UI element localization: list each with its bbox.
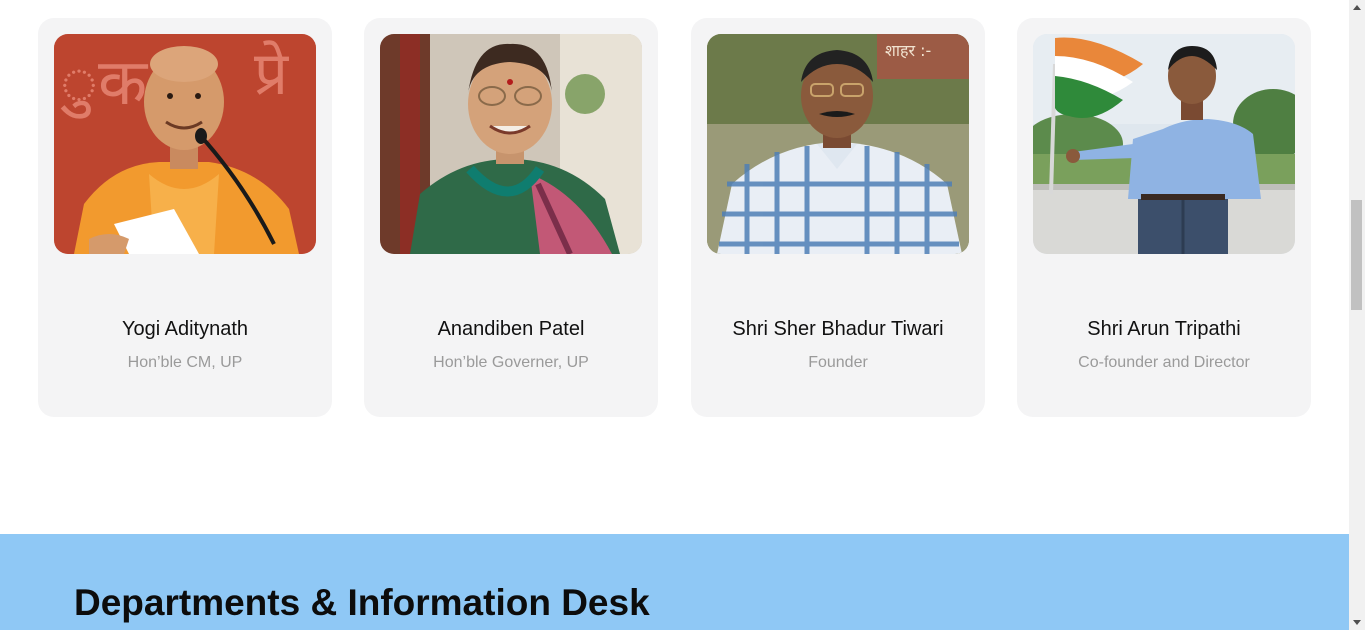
team-member-role: Founder	[808, 354, 868, 371]
team-card-arun-tripathi: Shri Arun Tripathi Co-founder and Direct…	[1017, 18, 1311, 417]
team-member-role: Hon’ble CM, UP	[127, 354, 243, 371]
team-member-name: Shri Arun Tripathi	[1087, 318, 1241, 340]
chevron-up-icon[interactable]	[1353, 5, 1361, 10]
main-content: ुक प्रे Yogi Aditynath Hon’ble CM, UP An…	[0, 0, 1349, 630]
team-member-role: Hon’ble Governer, UP	[433, 354, 589, 371]
team-photo: ुक प्रे	[54, 34, 316, 254]
svg-text:शाहर :-: शाहर :-	[885, 41, 931, 60]
person-portrait-image	[1033, 34, 1295, 254]
team-member-role: Co-founder and Director	[1078, 354, 1250, 371]
person-portrait-image: शाहर :-	[707, 34, 969, 254]
page: ुक प्रे Yogi Aditynath Hon’ble CM, UP An…	[0, 0, 1365, 630]
team-card-yogi-adityanath: ुक प्रे Yogi Aditynath Hon’ble CM, UP	[38, 18, 332, 417]
chevron-down-icon[interactable]	[1353, 620, 1361, 625]
section-heading: Departments & Information Desk	[74, 582, 650, 623]
person-portrait-image: ुक प्रे	[54, 34, 316, 254]
person-portrait-image	[380, 34, 642, 254]
team-photo: शाहर :-	[707, 34, 969, 254]
departments-section: Departments & Information Desk	[0, 534, 1349, 630]
team-member-name: Yogi Aditynath	[121, 318, 249, 340]
vertical-scrollbar[interactable]	[1349, 0, 1365, 630]
scrollbar-thumb[interactable]	[1351, 200, 1362, 310]
svg-text:प्रे: प्रे	[254, 39, 289, 109]
team-card-anandiben-patel: Anandiben Patel Hon’ble Governer, UP	[364, 18, 658, 417]
team-member-name: Anandiben Patel	[437, 318, 585, 340]
team-photo	[380, 34, 642, 254]
svg-text:ुक: ुक	[60, 46, 149, 120]
team-photo	[1033, 34, 1295, 254]
team-card-sher-bhadur-tiwari: शाहर :- Shri Sher Bhadur Tiwari Founder	[691, 18, 985, 417]
team-member-name: Shri Sher Bhadur Tiwari	[732, 318, 944, 340]
